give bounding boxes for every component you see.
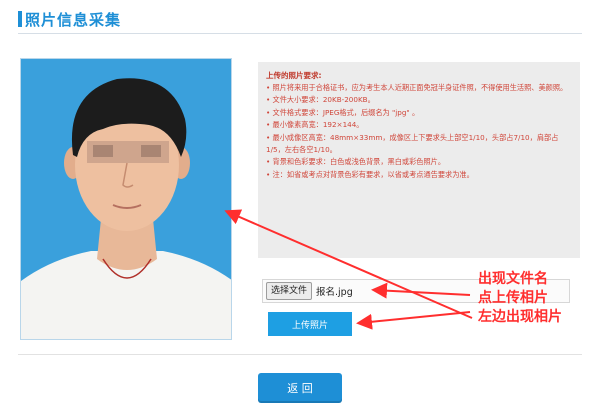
- header-divider: [18, 33, 582, 34]
- requirements-title: 上传的照片要求:: [266, 71, 322, 80]
- annotation-text: 点上传相片: [478, 290, 548, 306]
- arrow-to-upload-button: [356, 311, 471, 330]
- requirement-item: • 文件格式要求：JPEG格式，后缀名为 "jpg" 。: [266, 107, 420, 117]
- requirement-item: • 文件大小要求：20KB-200KB。: [266, 95, 375, 105]
- back-button[interactable]: 返 回: [258, 373, 342, 403]
- upload-photo-button[interactable]: 上传照片: [268, 312, 352, 336]
- annotation-text: 出现文件名: [478, 271, 548, 287]
- requirement-item: • 照片将来用于合格证书，应为考生本人近期正面免冠半身证件照，不得使用生活照、美…: [266, 83, 568, 92]
- requirement-item: • 最小像素高宽：192×144。: [266, 120, 364, 130]
- requirement-item: • 背景和色彩要求：白色或浅色背景，黑白或彩色照片。: [266, 157, 446, 167]
- title-marker: [18, 11, 22, 27]
- annotation-text: 左边出现相片: [478, 309, 562, 325]
- page-title: 照片信息采集: [25, 10, 122, 29]
- choose-file-button[interactable]: 选择文件: [266, 282, 313, 300]
- photo-collection-page: 照片信息采集 上传的照片要求: • 照片将来用于合格证书，应为考生本人近期正面免…: [0, 0, 600, 417]
- page-header: 照片信息采集: [18, 8, 121, 30]
- portrait-photo: [21, 59, 231, 339]
- requirement-item: • 注：如省或考点对背景色彩有要求，以省或考点通告要求为准。: [266, 169, 474, 179]
- photo-requirements-panel: 上传的照片要求: • 照片将来用于合格证书，应为考生本人近期正面免冠半身证件照，…: [258, 62, 580, 258]
- footer-divider: [18, 354, 582, 355]
- selected-file-name: 报名.jpg: [316, 287, 353, 298]
- annotation-notes: 出现文件名 点上传相片 左边出现相片: [478, 270, 598, 327]
- requirement-item: • 最小成像区高宽：48mm×33mm，成像区上下要求头上部空1/10，头部占7…: [266, 132, 559, 155]
- uploaded-photo-preview: [20, 58, 232, 340]
